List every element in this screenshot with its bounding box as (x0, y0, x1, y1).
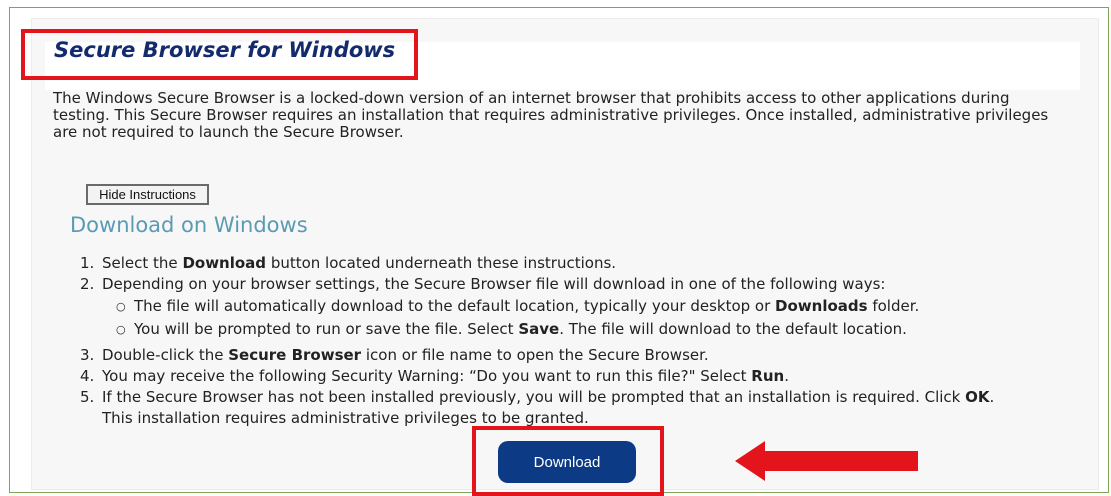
step-emphasis: Run (751, 367, 785, 385)
left-arrow-icon (735, 441, 918, 481)
step-item-1: 1. Select the Download button located und… (75, 253, 1015, 274)
step-text: . (784, 367, 789, 385)
sub-text: folder. (867, 297, 920, 315)
sub-text: You will be prompted to run or save the … (134, 320, 519, 338)
sub-emphasis: Downloads (775, 297, 868, 315)
hide-instructions-button[interactable]: Hide Instructions (86, 184, 209, 205)
circle-bullet-icon: ○ (116, 323, 126, 336)
circle-bullet-icon: ○ (116, 300, 126, 313)
sub-item-1: ○ The file will automatically download to… (102, 295, 1015, 318)
step-emphasis: OK (965, 388, 990, 406)
description-text: The Windows Secure Browser is a locked-d… (53, 89, 1049, 141)
step-number: 4. (80, 367, 95, 385)
step-text: Double-click the (102, 346, 229, 364)
step-item-4: 4. You may receive the following Security… (75, 366, 1015, 387)
step-text: If the Secure Browser has not been insta… (102, 388, 966, 406)
sub-item-2: ○ You will be prompted to run or save the… (102, 318, 1015, 341)
sub-text: The file will automatically download to … (134, 297, 776, 315)
step-text: You may receive the following Security W… (102, 367, 752, 385)
sub-text: . The file will download to the default … (559, 320, 907, 338)
step-number: 2. (80, 275, 95, 293)
step-emphasis: Download (182, 254, 267, 272)
download-highlight-box (472, 426, 664, 496)
title-highlight-box (21, 29, 418, 80)
step-text: icon or file name to open the Secure Bro… (361, 346, 709, 364)
step-number: 1. (80, 254, 95, 272)
step-number: 3. (80, 346, 95, 364)
step-item-3: 3. Double-click the Secure Browser icon o… (75, 345, 1015, 366)
step-item-2: 2. Depending on your browser settings, th… (75, 274, 1015, 341)
step-text: Depending on your browser settings, the … (102, 275, 886, 293)
sub-emphasis: Save (518, 320, 560, 338)
section-heading: Download on Windows (70, 213, 308, 237)
step-item-5: 5. If the Secure Browser has not been ins… (75, 387, 1015, 429)
step-emphasis: Secure Browser (228, 346, 362, 364)
step-text: Select the (102, 254, 183, 272)
step-subitems: ○ The file will automatically download to… (102, 295, 1015, 341)
step-number: 5. (80, 388, 95, 406)
step-text: button located underneath these instruct… (266, 254, 617, 272)
instructions-list: 1. Select the Download button located und… (75, 253, 1015, 429)
